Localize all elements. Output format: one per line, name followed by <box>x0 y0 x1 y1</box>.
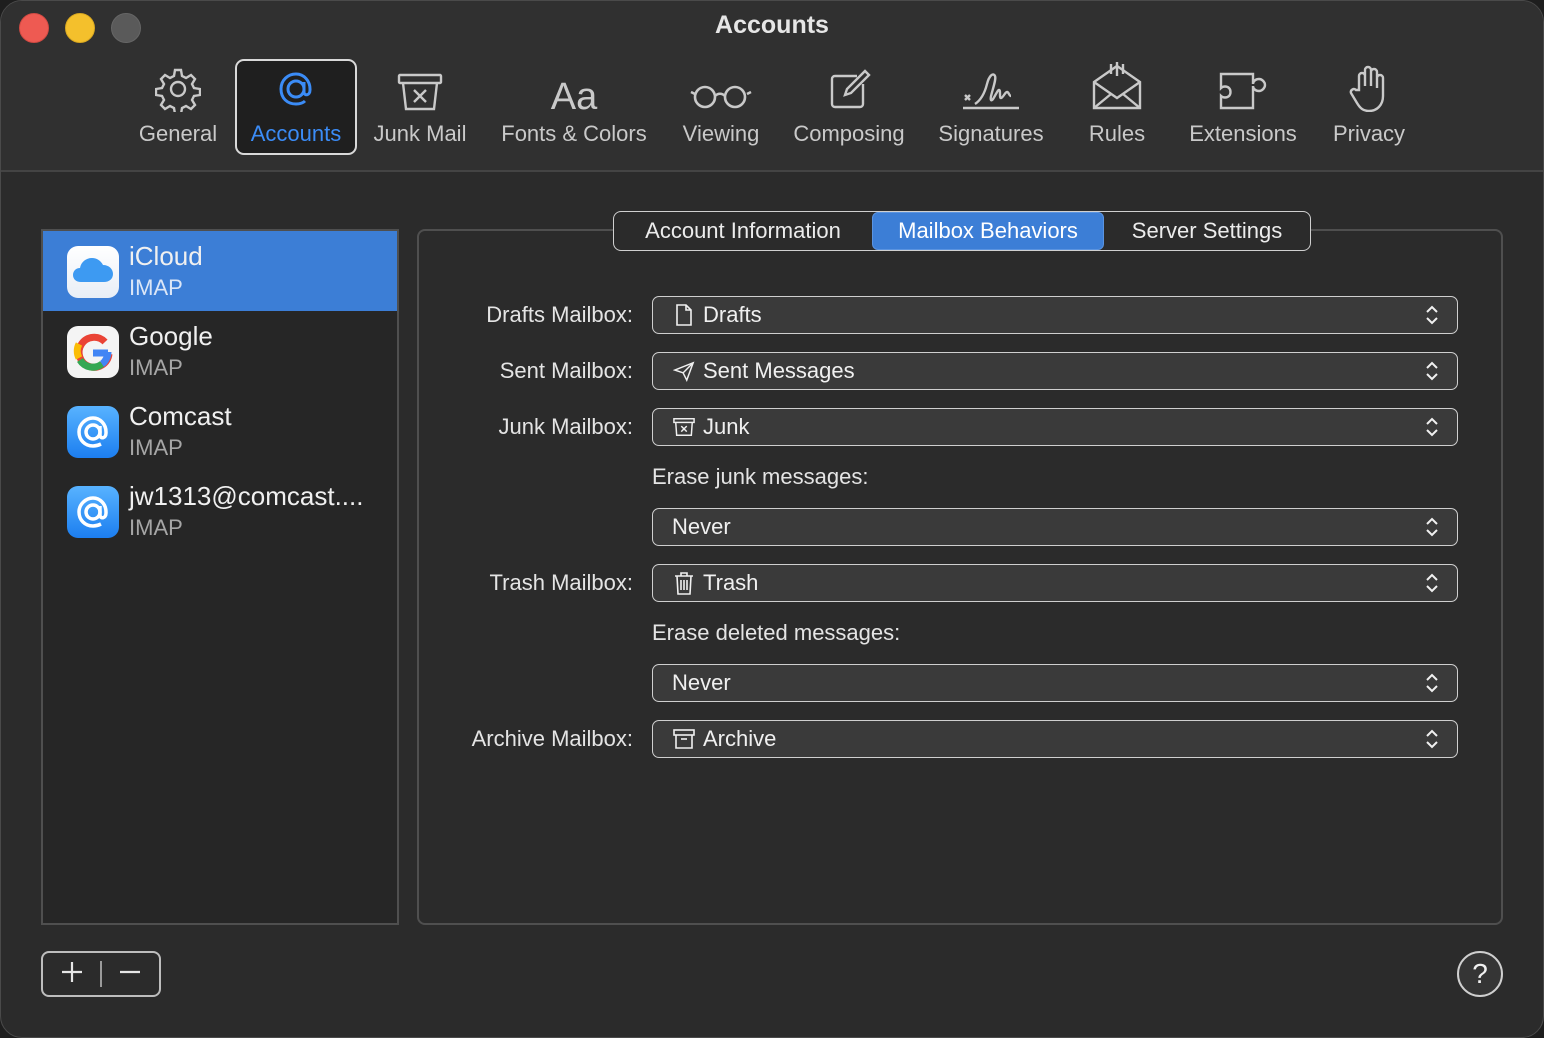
account-name: Comcast <box>129 401 232 431</box>
sent-mailbox-popup[interactable]: Sent Messages <box>652 352 1458 390</box>
puzzle-icon <box>1217 70 1269 117</box>
toolbar-label: Rules <box>1088 121 1146 146</box>
document-icon <box>673 304 695 326</box>
erase-junk-label: Erase junk messages: <box>652 464 869 489</box>
toolbar-label: Fonts & Colors <box>501 121 647 146</box>
plus-icon <box>60 960 84 989</box>
chevron-up-down-icon <box>1421 414 1443 440</box>
rules-envelope-icon <box>1091 62 1143 117</box>
toolbar-item-composing[interactable]: Composing <box>785 59 913 155</box>
drafts-mailbox-label: Drafts Mailbox: <box>486 302 633 327</box>
popup-value: Sent Messages <box>703 358 855 383</box>
tab-mailbox-behaviors[interactable]: Mailbox Behaviors <box>872 212 1104 250</box>
account-row-google[interactable]: Google IMAP <box>43 311 397 391</box>
glasses-icon <box>689 82 753 117</box>
toolbar-label: Composing <box>793 121 905 146</box>
erase-deleted-label: Erase deleted messages: <box>652 620 901 645</box>
toolbar: Accounts General Accounts Junk Mail Aa F… <box>1 1 1543 172</box>
toolbar-label: Privacy <box>1332 121 1406 146</box>
archive-mailbox-label: Archive Mailbox: <box>471 726 633 751</box>
archive-mailbox-popup[interactable]: Archive <box>652 720 1458 758</box>
account-row-icloud[interactable]: iCloud IMAP <box>43 231 397 311</box>
junk-mail-icon <box>396 72 444 117</box>
popup-value: Drafts <box>703 302 762 327</box>
toolbar-item-rules[interactable]: Rules <box>1077 59 1157 155</box>
compose-pencil-icon <box>827 68 871 117</box>
add-remove-control <box>41 951 161 997</box>
toolbar-item-extensions[interactable]: Extensions <box>1179 59 1307 155</box>
trash-mailbox-label: Trash Mailbox: <box>489 570 633 595</box>
account-name: Google <box>129 321 213 351</box>
toolbar-item-junk-mail[interactable]: Junk Mail <box>367 59 473 155</box>
popup-value: Never <box>672 514 731 539</box>
toolbar-item-viewing[interactable]: Viewing <box>675 59 767 155</box>
account-name: jw1313@comcast.... <box>129 481 364 511</box>
junk-mailbox-label: Junk Mailbox: <box>498 414 633 439</box>
drafts-mailbox-popup[interactable]: Drafts <box>652 296 1458 334</box>
signature-icon <box>961 68 1021 117</box>
window-title: Accounts <box>715 11 829 39</box>
erase-junk-popup[interactable]: Never <box>652 508 1458 546</box>
hand-icon <box>1349 64 1389 117</box>
toolbar-label: Extensions <box>1189 121 1297 146</box>
toolbar-item-fonts-colors[interactable]: Aa Fonts & Colors <box>493 59 655 155</box>
toolbar-label: Accounts <box>250 121 342 146</box>
at-mail-icon <box>67 406 119 458</box>
account-name: iCloud <box>129 241 203 271</box>
toolbar-label: General <box>138 121 218 146</box>
toolbar-label: Viewing <box>682 121 760 146</box>
junk-box-icon <box>673 416 695 438</box>
account-row-comcast[interactable]: Comcast IMAP <box>43 391 397 471</box>
paper-plane-icon <box>673 360 695 382</box>
account-type: IMAP <box>129 435 183 460</box>
archive-box-icon <box>673 728 695 750</box>
account-type: IMAP <box>129 355 183 380</box>
tab-account-information[interactable]: Account Information <box>614 212 872 250</box>
remove-account-button[interactable] <box>102 953 159 995</box>
tab-server-settings[interactable]: Server Settings <box>1104 212 1310 250</box>
account-type: IMAP <box>129 275 183 300</box>
toolbar-item-privacy[interactable]: Privacy <box>1325 59 1413 155</box>
accounts-list: iCloud IMAP Google IMAP Comcast IMAP jw1… <box>41 229 399 925</box>
preferences-window: Accounts General Accounts Junk Mail Aa F… <box>0 0 1544 1038</box>
popup-value: Archive <box>703 726 777 751</box>
toolbar-item-signatures[interactable]: Signatures <box>929 59 1053 155</box>
toolbar-label: Junk Mail <box>373 121 467 146</box>
account-type: IMAP <box>129 515 183 540</box>
popup-value: Junk <box>703 414 750 439</box>
toolbar-item-accounts[interactable]: Accounts <box>235 59 357 155</box>
chevron-up-down-icon <box>1421 726 1443 752</box>
chevron-up-down-icon <box>1421 302 1443 328</box>
chevron-up-down-icon <box>1421 570 1443 596</box>
tab-bar: Account Information Mailbox Behaviors Se… <box>613 211 1311 251</box>
chevron-up-down-icon <box>1421 358 1443 384</box>
at-sign-icon <box>273 66 319 117</box>
toolbar-item-general[interactable]: General <box>131 59 225 155</box>
chevron-up-down-icon <box>1421 514 1443 540</box>
trash-mailbox-popup[interactable]: Trash <box>652 564 1458 602</box>
account-row-jw1313[interactable]: jw1313@comcast.... IMAP <box>43 471 397 551</box>
add-account-button[interactable] <box>43 953 100 995</box>
help-button[interactable]: ? <box>1457 951 1503 997</box>
gear-icon <box>154 66 202 117</box>
toolbar-label: Signatures <box>938 121 1044 146</box>
trash-icon <box>673 572 695 595</box>
sent-mailbox-label: Sent Mailbox: <box>499 358 633 383</box>
junk-mailbox-popup[interactable]: Junk <box>652 408 1458 446</box>
minus-icon <box>118 960 142 989</box>
fonts-aa-icon: Aa <box>550 76 598 118</box>
icloud-icon <box>67 246 119 298</box>
google-icon <box>67 326 119 378</box>
erase-deleted-popup[interactable]: Never <box>652 664 1458 702</box>
popup-value: Trash <box>703 570 759 595</box>
at-mail-icon <box>67 486 119 538</box>
popup-value: Never <box>672 670 731 695</box>
chevron-up-down-icon <box>1421 670 1443 696</box>
